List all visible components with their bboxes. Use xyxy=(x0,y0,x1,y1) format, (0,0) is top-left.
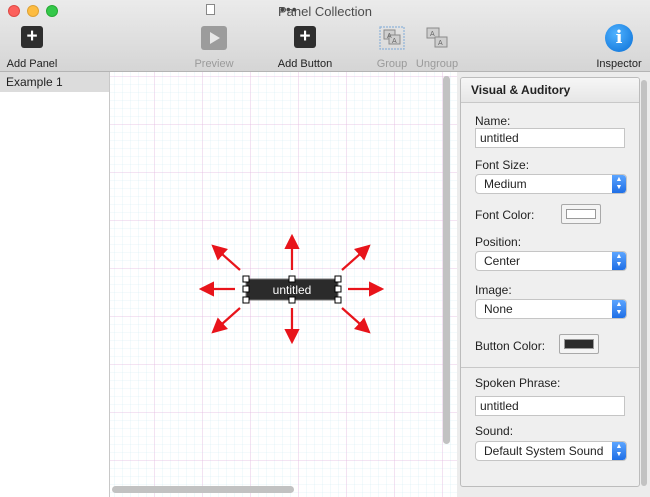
chevron-updown-icon: ▲ ▼ xyxy=(612,442,626,460)
add-panel-icon: + xyxy=(21,26,43,48)
font-color-label: Font Color: xyxy=(475,208,535,222)
add-button-icon: + xyxy=(294,26,316,48)
panel-button-label: untitled xyxy=(273,283,312,297)
divider xyxy=(461,367,639,368)
font-size-select[interactable]: Medium ▲ ▼ xyxy=(475,174,627,194)
add-panel-label: Add Panel xyxy=(6,58,58,70)
inspector-section-title: Visual & Auditory xyxy=(461,78,639,103)
canvas-svg: untitled xyxy=(110,72,457,497)
position-select[interactable]: Center ▲ ▼ xyxy=(475,251,627,271)
panel-sidebar: Example 1 xyxy=(0,72,110,497)
chevron-updown-icon: ▲ ▼ xyxy=(612,300,626,318)
inspector-vertical-scrollbar[interactable] xyxy=(640,80,648,486)
sidebar-item-example-1[interactable]: Example 1 xyxy=(0,72,109,92)
svg-text:A: A xyxy=(438,40,443,47)
inspector-button[interactable]: i Inspector xyxy=(592,24,646,70)
font-color-well[interactable] xyxy=(561,204,601,224)
svg-text:A: A xyxy=(392,38,397,45)
svg-text:A: A xyxy=(430,31,435,38)
button-color-well[interactable] xyxy=(559,334,599,354)
panel-canvas[interactable]: untitled xyxy=(110,72,457,497)
font-size-label: Font Size: xyxy=(475,158,530,172)
spoken-phrase-field[interactable]: untitled xyxy=(475,396,625,416)
font-size-value: Medium xyxy=(484,177,527,191)
canvas-vertical-scrollbar[interactable] xyxy=(442,76,451,446)
spoken-phrase-label: Spoken Phrase: xyxy=(475,376,561,390)
add-button-button[interactable]: + Add Button xyxy=(272,24,338,70)
group-label: Group xyxy=(376,58,408,70)
sound-select[interactable]: Default System Sound ▲ ▼ xyxy=(475,441,627,461)
image-select[interactable]: None ▲ ▼ xyxy=(475,299,627,319)
add-panel-button[interactable]: + Add Panel xyxy=(4,24,60,70)
play-icon xyxy=(201,26,227,50)
name-field[interactable]: untitled xyxy=(475,128,625,148)
inspector-panel: Visual & Auditory Name: untitled Font Si… xyxy=(460,77,640,487)
image-label: Image: xyxy=(475,283,512,297)
font-color-swatch xyxy=(566,209,596,219)
title-bar: ••• Panel Collection + Add Panel Preview… xyxy=(0,0,650,72)
ungroup-label: Ungroup xyxy=(415,58,459,70)
sound-value: Default System Sound xyxy=(484,444,604,458)
chevron-updown-icon: ▲ ▼ xyxy=(612,252,626,270)
preview-button[interactable]: Preview xyxy=(186,24,242,70)
window-title: Panel Collection xyxy=(278,4,372,19)
inspector-pane: Visual & Auditory Name: untitled Font Si… xyxy=(457,72,650,497)
chevron-updown-icon: ▲ ▼ xyxy=(612,175,626,193)
group-button[interactable]: A A Group xyxy=(370,24,414,70)
add-button-label: Add Button xyxy=(277,58,333,70)
ungroup-button[interactable]: A A Ungroup xyxy=(414,24,460,70)
ungroup-icon: A A xyxy=(426,27,448,48)
image-value: None xyxy=(484,302,513,316)
position-value: Center xyxy=(484,254,521,268)
group-icon: A A xyxy=(379,26,405,50)
inspector-label: Inspector xyxy=(596,58,642,70)
button-color-swatch xyxy=(564,339,594,349)
preview-label: Preview xyxy=(194,58,234,70)
sound-label: Sound: xyxy=(475,424,514,438)
canvas-horizontal-scrollbar[interactable] xyxy=(112,485,442,494)
position-label: Position: xyxy=(475,235,522,249)
button-color-label: Button Color: xyxy=(475,339,546,353)
name-label: Name: xyxy=(475,114,511,128)
info-icon: i xyxy=(605,24,633,52)
